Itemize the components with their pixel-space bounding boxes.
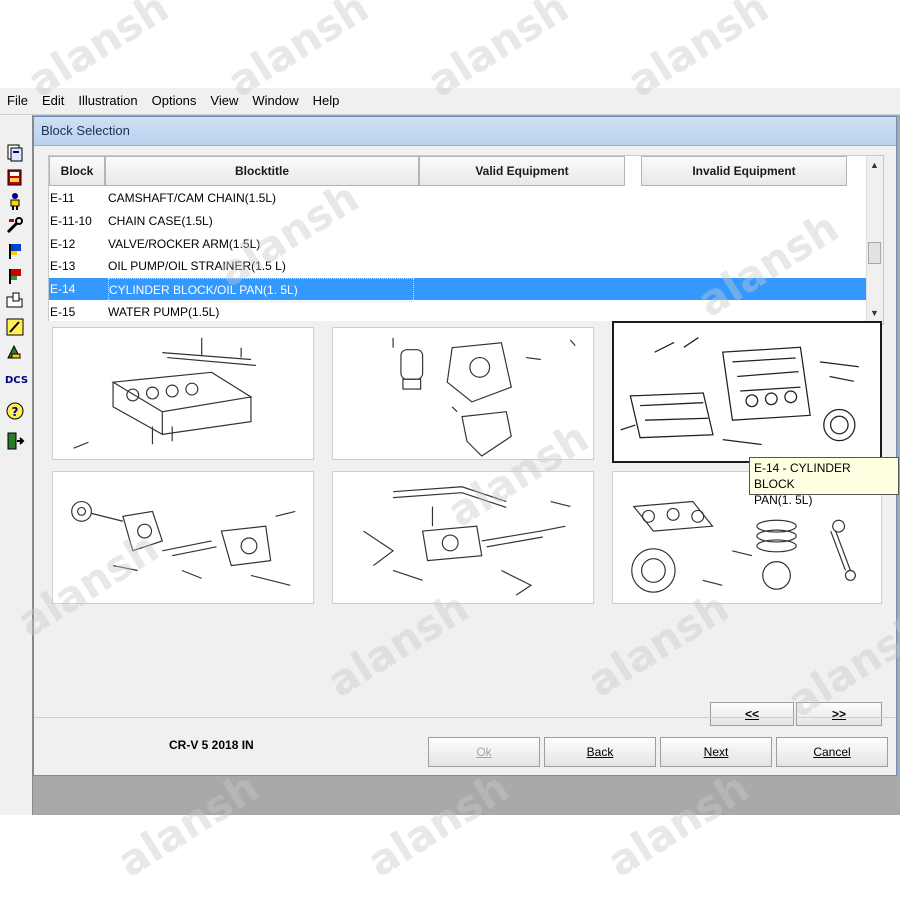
dcs-icon[interactable]: DCS [5,371,29,391]
menu-help[interactable]: Help [306,88,347,114]
column-header-blocktitle[interactable]: Blocktitle [105,156,419,186]
column-header-invalid-equipment[interactable]: Invalid Equipment [641,156,847,186]
table-row[interactable]: E-15 WATER PUMP(1.5L) [49,301,867,323]
flag-icon[interactable] [5,241,25,261]
pen-icon[interactable] [5,342,25,362]
next-label: Next [703,745,729,759]
column-header-block[interactable]: Block [49,156,105,186]
table-row[interactable]: E-13 OIL PUMP/OIL STRAINER(1.5 L) [49,255,867,277]
block-title: WATER PUMP(1.5L) [108,305,220,319]
block-code: E-14 [50,282,76,296]
tooltip-line-1: E-14 - CYLINDER BLOCK [754,461,851,491]
flag-alt-icon[interactable] [5,266,25,286]
back-button[interactable]: Back [544,737,656,767]
scroll-thumb[interactable] [868,242,881,264]
block-code: E-11-10 [50,214,92,228]
dialog-title-bar: Block Selection [34,117,896,146]
menu-window[interactable]: Window [245,88,305,114]
grid-scrollbar[interactable]: ▲ ▼ [866,156,883,324]
table-row[interactable]: E-12 VALVE/ROCKER ARM(1.5L) [49,233,867,255]
person-icon[interactable] [5,191,25,211]
left-toolbar: DCS ? [0,115,33,815]
block-title: VALVE/ROCKER ARM(1.5L) [108,237,261,251]
ok-label: Ok [476,745,492,759]
previous-page-button[interactable]: << [710,702,794,726]
pages-icon[interactable] [5,143,25,163]
previous-page-label: << [744,707,759,721]
illustration-thumbnail[interactable] [332,327,594,460]
table-row[interactable]: E-11-10 CHAIN CASE(1.5L) [49,210,867,232]
block-selection-dialog: Block Selection Block Blocktitle Valid E… [33,116,899,776]
tooltip-line-2: PAN(1. 5L) [754,493,813,507]
exit-icon[interactable] [5,431,25,451]
svg-text:?: ? [12,405,19,419]
block-code: E-13 [50,259,76,273]
menu-illustration[interactable]: Illustration [71,88,144,114]
block-title: OIL PUMP/OIL STRAINER(1.5 L) [108,259,286,273]
block-title: CAMSHAFT/CAM CHAIN(1.5L) [108,191,277,205]
illustration-thumbnail-selected[interactable] [612,321,882,463]
open-folder-icon[interactable] [5,291,25,311]
next-page-button[interactable]: >> [796,702,882,726]
table-row[interactable]: E-11 CAMSHAFT/CAM CHAIN(1.5L) [49,187,867,209]
next-button[interactable]: Next [660,737,772,767]
highlight-icon[interactable] [5,317,25,337]
dcs-label: DCS [5,375,29,386]
illustration-thumbnail[interactable] [52,471,314,604]
menu-view[interactable]: View [203,88,245,114]
illustration-thumbnail[interactable] [332,471,594,604]
menu-edit[interactable]: Edit [35,88,71,114]
next-page-label: >> [831,707,846,721]
block-title: CYLINDER BLOCK/OIL PAN(1. 5L) [108,278,414,302]
cancel-button[interactable]: Cancel [776,737,888,767]
back-label: Back [586,745,614,759]
menu-options[interactable]: Options [145,88,204,114]
dialog-title: Block Selection [41,123,130,138]
menu-file[interactable]: File [0,88,35,114]
table-row-selected[interactable]: E-14 CYLINDER BLOCK/OIL PAN(1. 5L) [49,278,867,302]
cancel-label: Cancel [813,745,851,759]
column-header-valid-equipment[interactable]: Valid Equipment [419,156,625,186]
block-code: E-11 [50,191,75,205]
scroll-up-icon[interactable]: ▲ [870,160,879,170]
divider [34,717,896,718]
tools-icon[interactable] [5,215,25,235]
block-grid: Block Blocktitle Valid Equipment Invalid… [48,155,884,325]
application-window: File Edit Illustration Options View Wind… [0,88,900,815]
block-code: E-12 [50,237,76,251]
block-tooltip: E-14 - CYLINDER BLOCK PAN(1. 5L) [749,457,899,507]
ok-button[interactable]: Ok [428,737,540,767]
block-title: CHAIN CASE(1.5L) [108,214,213,228]
illustration-thumbnail[interactable] [52,327,314,460]
menu-bar: File Edit Illustration Options View Wind… [0,88,900,115]
help-icon[interactable]: ? [5,401,25,421]
book-icon[interactable] [5,167,25,187]
block-code: E-15 [50,305,76,319]
scroll-down-icon[interactable]: ▼ [870,308,879,318]
vehicle-model-label: CR-V 5 2018 IN [169,738,254,752]
